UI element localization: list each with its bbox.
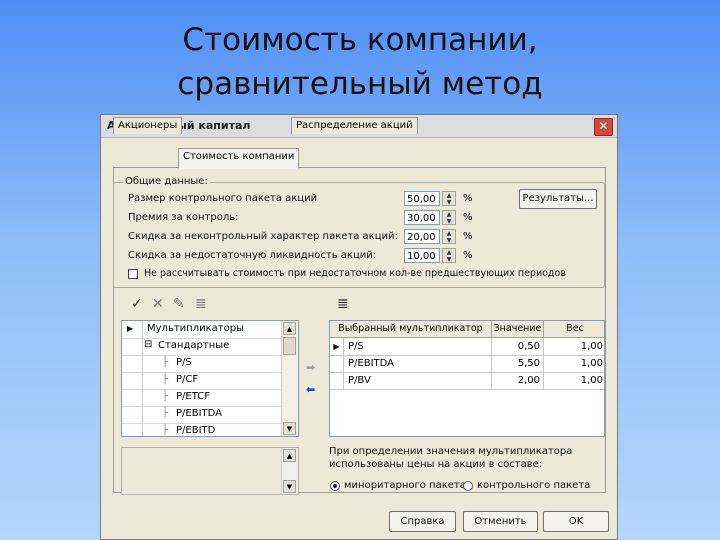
control-stake-input[interactable]: 50,00: [404, 191, 440, 206]
multiplier-tree[interactable]: ▶ Мультипликаторы ⊟ Стандартные ├ P/S ├ …: [121, 320, 299, 437]
control-premium-input[interactable]: 30,00: [404, 210, 440, 225]
control-premium-spinner[interactable]: ▲ ▼: [442, 210, 456, 225]
tree-scrollbar[interactable]: ▲ ▼: [281, 321, 298, 436]
scroll-up-icon[interactable]: ▲: [283, 449, 296, 462]
table-row[interactable]: P/EBITDA 5,50 1,00: [330, 355, 604, 373]
liquidity-discount-unit: %: [463, 250, 473, 261]
tree-branch-icon: ├: [162, 357, 169, 368]
selected-multipliers-grid[interactable]: Выбранный мультипликатор Значение Вес ▶ …: [329, 320, 605, 437]
control-stake-unit: %: [463, 193, 473, 204]
help-button[interactable]: Справка: [389, 511, 456, 532]
control-premium-unit: %: [463, 212, 473, 223]
description-scrollbar[interactable]: ▲ ▼: [281, 448, 298, 494]
row-marker-icon: ▶: [330, 338, 344, 355]
tree-row[interactable]: ├ P/EBITD: [122, 423, 282, 436]
cell-name: P/EBITDA: [344, 355, 492, 372]
cell-weight[interactable]: 1,00: [544, 372, 604, 389]
slide-title: Стоимость компании, сравнительный метод: [0, 18, 720, 106]
tree-row-label: Стандартные: [158, 340, 230, 351]
general-data-label: Общие данные:: [123, 176, 210, 187]
minority-stake-label: миноритарного пакета: [344, 480, 466, 491]
tree-branch-icon: ├: [162, 425, 169, 436]
grid-header-weight[interactable]: Вес: [544, 321, 604, 337]
liquidity-discount-spinner[interactable]: ▲ ▼: [442, 248, 456, 263]
results-button[interactable]: Результаты...: [519, 189, 597, 209]
table-row[interactable]: ▶ P/S 0,50 1,00: [330, 338, 604, 356]
noncontrol-discount-label: Скидка за неконтрольный характер пакета …: [128, 231, 398, 242]
tree-row[interactable]: ├ P/CF: [122, 372, 282, 390]
noncontrol-discount-input[interactable]: 20,00: [404, 229, 440, 244]
slide-title-line-1: Стоимость компании,: [182, 22, 538, 58]
tree-row-marker-icon: ▶: [127, 324, 134, 333]
tree-row-label: P/ETCF: [176, 391, 210, 402]
tree-row[interactable]: ▶ Мультипликаторы: [122, 321, 282, 339]
noncontrol-discount-unit: %: [463, 231, 473, 242]
tree-row-label: P/S: [176, 357, 192, 368]
tab-company-value[interactable]: Стоимость компании: [178, 148, 300, 169]
tree-row[interactable]: ├ P/ETCF: [122, 389, 282, 407]
collapse-icon[interactable]: ⊟: [144, 339, 152, 350]
table-row[interactable]: P/BV 2,00 1,00: [330, 372, 604, 390]
skip-calc-checkbox[interactable]: [128, 269, 138, 279]
tree-branch-icon: ├: [162, 374, 169, 385]
grid-header-name[interactable]: Выбранный мультипликатор: [330, 321, 492, 337]
cell-name: P/S: [344, 338, 492, 355]
cell-value[interactable]: 5,50: [492, 355, 544, 372]
delete-icon[interactable]: ✕: [152, 296, 164, 312]
close-button[interactable]: ✕: [594, 118, 613, 136]
row-marker-cell: [330, 355, 344, 372]
price-source-note: При определении значения мультипликатора…: [329, 446, 573, 470]
tree-row-label: P/EBITDA: [176, 408, 223, 419]
edit-icon[interactable]: ✎: [173, 296, 185, 312]
scroll-down-icon[interactable]: ▼: [283, 422, 296, 435]
cell-weight[interactable]: 1,00: [544, 355, 604, 372]
liquidity-discount-label: Скидка за недостаточную ликвидность акци…: [128, 250, 377, 261]
minority-stake-radio[interactable]: [330, 481, 340, 491]
control-stake-radio[interactable]: [463, 481, 473, 491]
cancel-button[interactable]: Отменить: [463, 511, 538, 532]
liquidity-discount-input[interactable]: 10,00: [404, 248, 440, 263]
control-stake-spinner[interactable]: ▲ ▼: [442, 191, 456, 206]
check-icon[interactable]: ✓: [131, 296, 143, 312]
tab-share-distribution[interactable]: Распределение акций: [291, 117, 418, 134]
row-marker-cell: [330, 372, 344, 389]
cell-value[interactable]: 0,50: [492, 338, 544, 355]
tree-branch-icon: ├: [162, 391, 169, 402]
tree-row-label: Мультипликаторы: [147, 323, 244, 334]
cell-name: P/BV: [344, 372, 492, 389]
scroll-up-icon[interactable]: ▲: [283, 322, 296, 335]
control-premium-label: Премия за контроль:: [128, 212, 239, 223]
cell-weight[interactable]: 1,00: [544, 338, 604, 355]
skip-calc-label: Не рассчитывать стоимость при недостаточ…: [144, 268, 566, 279]
tree-row[interactable]: ├ P/EBITDA: [122, 406, 282, 424]
scroll-thumb[interactable]: [283, 337, 296, 355]
add-arrow-icon[interactable]: ➡: [306, 361, 315, 374]
cell-value[interactable]: 2,00: [492, 372, 544, 389]
tree-row[interactable]: ├ P/S: [122, 355, 282, 373]
slide-title-line-2: сравнительный метод: [177, 66, 543, 102]
grid-list-icon[interactable]: ≣: [337, 296, 349, 312]
dialog-window: Акционерный капитал ✕ Акционеры Стоимост…: [100, 114, 618, 540]
control-stake-radio-label: контрольного пакета: [477, 480, 591, 491]
tree-row-label: P/CF: [176, 374, 199, 385]
tree-row-label: P/EBITD: [176, 425, 216, 436]
description-box: ▲ ▼: [121, 447, 299, 495]
remove-arrow-icon[interactable]: ⬅: [306, 383, 315, 396]
tree-row[interactable]: ⊟ Стандартные: [122, 338, 282, 356]
list-icon[interactable]: ≣: [195, 296, 207, 312]
control-stake-label: Размер контрольного пакета акций: [128, 193, 318, 204]
noncontrol-discount-spinner[interactable]: ▲ ▼: [442, 229, 456, 244]
scroll-down-icon[interactable]: ▼: [283, 480, 296, 493]
grid-header: Выбранный мультипликатор Значение Вес: [330, 321, 604, 338]
tree-branch-icon: ├: [162, 408, 169, 419]
tab-shareholders[interactable]: Акционеры: [113, 117, 183, 134]
ok-button[interactable]: OK: [543, 511, 609, 532]
grid-header-value[interactable]: Значение: [492, 321, 544, 337]
